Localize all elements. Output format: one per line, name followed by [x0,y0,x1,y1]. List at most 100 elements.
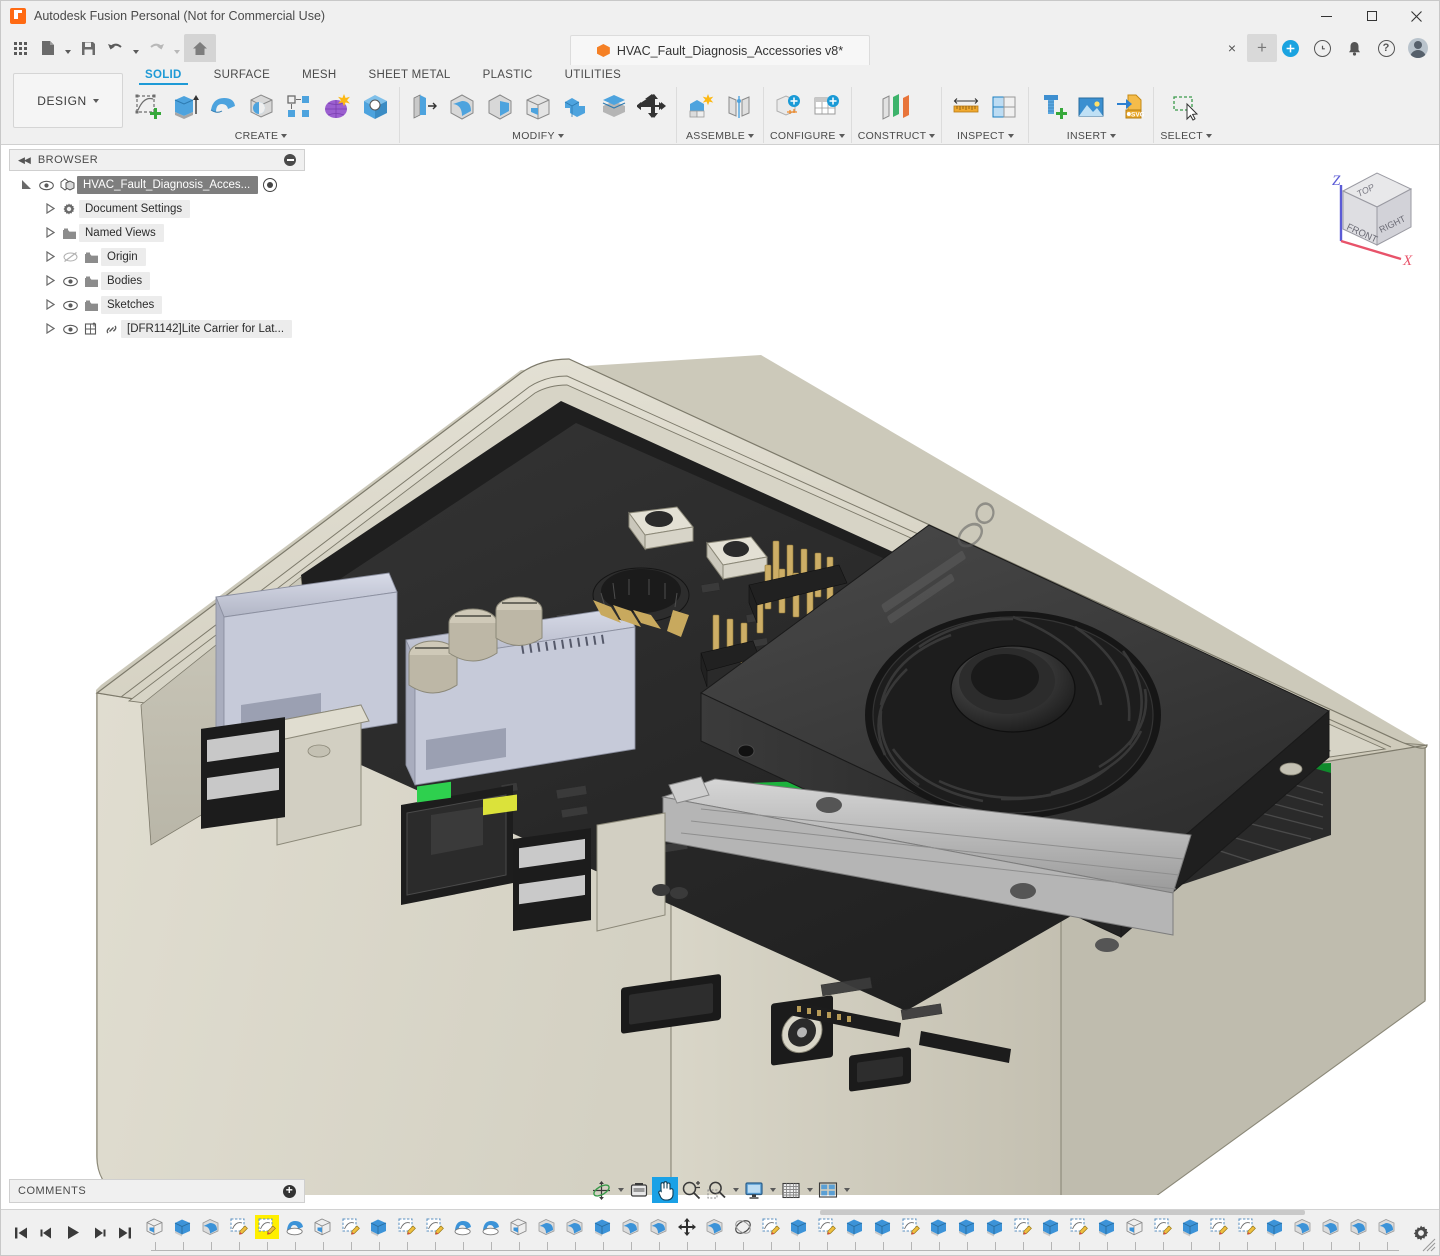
timeline-feature[interactable] [393,1212,421,1256]
timeline-feature[interactable] [813,1212,841,1256]
offset-face-icon[interactable] [596,88,632,126]
timeline-feature[interactable] [785,1212,813,1256]
tree-item-origin[interactable]: Origin [9,245,305,269]
tree-item-bodies[interactable]: Bodies [9,269,305,293]
go-to-beginning-icon[interactable] [9,1219,33,1247]
ribbon-panel-inspect-label[interactable]: INSPECT [957,130,1014,143]
resize-grip-icon[interactable] [1422,1238,1436,1252]
visibility-eye-icon[interactable] [35,180,57,191]
ribbon-panel-select-label[interactable]: SELECT [1160,130,1212,143]
pan-icon[interactable] [652,1177,678,1203]
close-button[interactable] [1394,1,1439,31]
timeline-feature[interactable] [589,1212,617,1256]
grid-snaps-caret-icon[interactable] [804,1177,815,1203]
select-window-icon[interactable] [1164,88,1208,126]
timeline-feature[interactable] [449,1212,477,1256]
timeline-feature[interactable] [309,1212,337,1256]
tree-item-named-views[interactable]: Named Views [9,221,305,245]
insert-svg-icon[interactable]: SVG [1111,88,1147,126]
undo-icon[interactable] [102,34,129,62]
activate-component-radio[interactable] [263,178,278,192]
extrude-icon[interactable] [167,88,203,126]
user-avatar[interactable] [1403,34,1433,62]
timeline-feature[interactable] [1317,1212,1345,1256]
timeline-feature[interactable] [925,1212,953,1256]
notification-bell-icon[interactable] [1339,34,1369,62]
configuration-table-icon[interactable] [808,88,844,126]
expand-arrow-icon[interactable] [17,179,35,192]
timeline-feature[interactable] [281,1212,309,1256]
expand-arrow-icon[interactable] [41,250,59,264]
timeline-feature[interactable] [617,1212,645,1256]
new-file-icon[interactable] [34,34,61,62]
timeline-scrollbar[interactable] [281,1209,1359,1215]
visibility-eye-icon[interactable] [59,300,81,311]
press-pull-icon[interactable] [406,88,442,126]
tree-item-document-settings[interactable]: Document Settings [9,197,305,221]
configuration-icon[interactable] [770,88,806,126]
timeline-feature[interactable] [1149,1212,1177,1256]
combine-icon[interactable] [558,88,594,126]
timeline-feature[interactable] [981,1212,1009,1256]
expand-arrow-icon[interactable] [41,322,59,336]
document-tab[interactable]: HVAC_Fault_Diagnosis_Accessories v8* [570,35,870,65]
timeline-feature[interactable] [533,1212,561,1256]
panel-minimize-icon[interactable] [284,154,296,166]
shell-icon[interactable] [520,88,556,126]
timeline-feature[interactable] [561,1212,589,1256]
ribbon-tab-mesh[interactable]: MESH [286,67,352,85]
timeline-feature[interactable] [169,1212,197,1256]
canvas-image-icon[interactable] [1073,88,1109,126]
ribbon-panel-insert-label[interactable]: INSERT [1067,130,1116,143]
play-icon[interactable] [61,1219,85,1247]
save-icon[interactable] [75,34,102,62]
offset-plane-icon[interactable] [875,88,919,126]
tree-item-linked-component[interactable]: [DFR1142]Lite Carrier for Lat... [9,317,305,341]
home-icon[interactable] [184,34,216,62]
timeline-feature[interactable] [953,1212,981,1256]
timeline-feature[interactable] [253,1212,281,1256]
timeline-feature[interactable] [1233,1212,1261,1256]
ribbon-panel-modify-label[interactable]: MODIFY [512,130,564,143]
help-icon[interactable]: ? [1371,34,1401,62]
timeline-feature[interactable] [1205,1212,1233,1256]
browser-header[interactable]: ◀◀ BROWSER [9,149,305,171]
timeline-feature[interactable] [477,1212,505,1256]
new-component-icon[interactable] [683,88,719,126]
viewports-caret-icon[interactable] [841,1177,852,1203]
go-to-end-icon[interactable] [113,1219,137,1247]
ribbon-tab-plastic[interactable]: PLASTIC [467,67,549,85]
step-forward-icon[interactable] [87,1219,111,1247]
timeline-track[interactable] [141,1209,1399,1256]
timeline-feature[interactable] [673,1212,701,1256]
extension-icon[interactable] [1275,34,1305,62]
expand-arrow-icon[interactable] [41,226,59,240]
timeline-feature[interactable] [897,1212,925,1256]
timeline-feature[interactable] [645,1212,673,1256]
fit-caret-icon[interactable] [730,1177,741,1203]
timeline-feature[interactable] [757,1212,785,1256]
redo-caret-icon[interactable] [170,34,184,62]
timeline-feature[interactable] [1093,1212,1121,1256]
timeline-feature[interactable] [505,1212,533,1256]
grid-snaps-icon[interactable] [778,1177,804,1203]
redo-icon[interactable] [143,34,170,62]
tree-item-sketches[interactable]: Sketches [9,293,305,317]
close-tab-button[interactable]: × [1217,34,1247,62]
timeline-feature[interactable] [869,1212,897,1256]
timeline-feature[interactable] [337,1212,365,1256]
undo-caret-icon[interactable] [129,34,143,62]
timeline-feature[interactable] [1289,1212,1317,1256]
timeline-feature[interactable] [197,1212,225,1256]
look-at-icon[interactable] [626,1177,652,1203]
move-copy-icon[interactable] [634,88,670,126]
maximize-button[interactable] [1349,1,1394,31]
history-clock-icon[interactable] [1307,34,1337,62]
timeline-feature[interactable] [1345,1212,1373,1256]
revolve-icon[interactable] [205,88,241,126]
ribbon-tab-sheet-metal[interactable]: SHEET METAL [353,67,467,85]
expand-arrow-icon[interactable] [41,298,59,312]
ribbon-panel-create-label[interactable]: CREATE [235,130,288,143]
fit-icon[interactable] [704,1177,730,1203]
zoom-icon[interactable] [678,1177,704,1203]
